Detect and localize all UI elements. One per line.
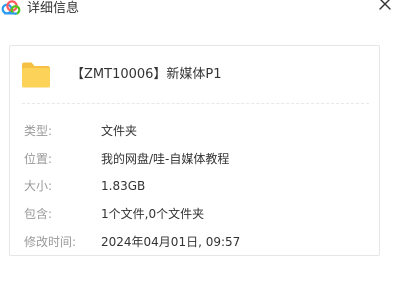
- location-label: 位置:: [24, 152, 53, 166]
- size-value: 1.83GB: [101, 179, 146, 193]
- close-icon[interactable]: [377, 0, 393, 12]
- info-row-size: 大小: 1.83GB: [10, 178, 379, 196]
- divider: [22, 103, 369, 104]
- size-label: 大小:: [24, 179, 53, 193]
- details-panel: 【ZMT10006】新媒体P1 类型: 文件夹 位置: 我的网盘/哇-自媒体教程…: [9, 45, 380, 256]
- details-dialog: 详细信息 【ZMT10006】新媒体P1 类型: 文件夹 位置: 我的网盘/哇-…: [0, 0, 395, 288]
- file-name: 【ZMT10006】新媒体P1: [71, 67, 222, 82]
- location-value: 我的网盘/哇-自媒体教程: [101, 152, 230, 166]
- modified-time-value: 2024年04月01日, 09:57: [101, 235, 241, 249]
- type-value: 文件夹: [101, 124, 138, 138]
- info-row-location: 位置: 我的网盘/哇-自媒体教程: [10, 151, 379, 169]
- modified-time-label: 修改时间:: [24, 235, 77, 249]
- type-label: 类型:: [24, 124, 53, 138]
- info-row-modified: 修改时间: 2024年04月01日, 09:57: [10, 234, 379, 252]
- contains-value: 1个文件,0个文件夹: [101, 207, 205, 221]
- cloud-icon: [1, 0, 21, 16]
- title-bar: 详细信息: [0, 0, 395, 20]
- dialog-title: 详细信息: [27, 1, 80, 16]
- info-row-type: 类型: 文件夹: [10, 123, 379, 141]
- contains-label: 包含:: [24, 207, 53, 221]
- info-row-contains: 包含: 1个文件,0个文件夹: [10, 206, 379, 224]
- folder-icon: [21, 60, 51, 89]
